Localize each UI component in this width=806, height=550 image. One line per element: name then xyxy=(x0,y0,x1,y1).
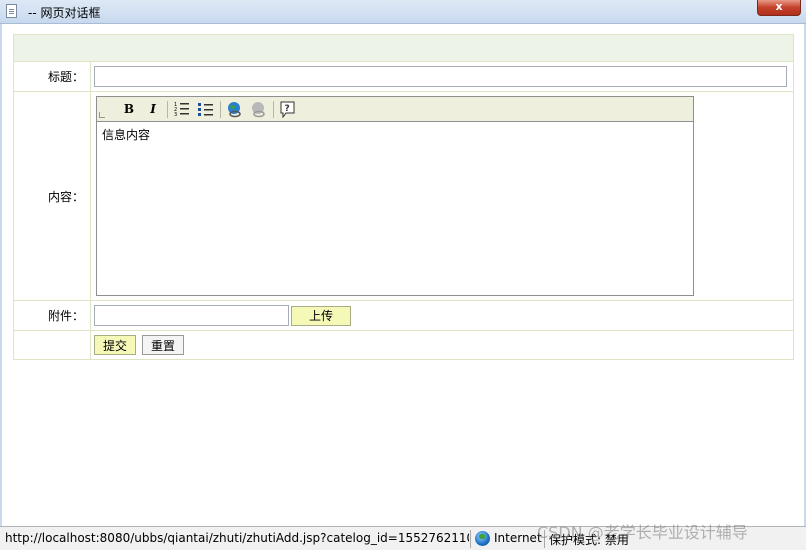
bold-button[interactable]: B xyxy=(121,101,137,118)
window-title: -- 网页对话框 xyxy=(28,6,101,20)
rich-text-editor: B I 1 2 3 ? 信息内容 xyxy=(96,96,694,296)
title-label: 标题： xyxy=(13,61,91,92)
unordered-list-icon xyxy=(198,103,213,116)
actions-row: 提交 重置 xyxy=(13,330,794,360)
italic-button[interactable]: I xyxy=(145,101,161,118)
toolbar-grip xyxy=(99,112,105,118)
attachment-input[interactable] xyxy=(94,305,289,326)
italic-icon: I xyxy=(150,102,156,116)
status-url: http://localhost:8080/ubbs/qiantai/zhuti… xyxy=(5,531,469,545)
attachment-row: 附件： 上传 xyxy=(13,300,794,331)
help-icon: ? xyxy=(280,101,295,119)
attachment-label: 附件： xyxy=(13,300,91,331)
status-separator xyxy=(470,530,471,548)
watermark: CSDN @老学长毕业设计辅导 xyxy=(537,523,748,542)
unlink-icon xyxy=(251,102,265,118)
editor-content-area[interactable]: 信息内容 xyxy=(97,122,693,147)
insert-link-button[interactable] xyxy=(225,101,243,118)
close-button[interactable]: x xyxy=(757,0,801,16)
post-form: 标题： 内容： B I 1 2 3 ? 信息内容 附件： 上传 提交 重置 xyxy=(13,34,794,360)
toolbar-separator xyxy=(220,101,221,118)
content-row: 内容： B I 1 2 3 ? 信息内容 xyxy=(13,91,794,301)
reset-button[interactable]: 重置 xyxy=(142,335,184,355)
upload-button[interactable]: 上传 xyxy=(291,305,351,326)
title-row: 标题： xyxy=(13,61,794,92)
svg-text:?: ? xyxy=(285,104,290,114)
content-label: 内容： xyxy=(13,91,91,301)
unordered-list-button[interactable] xyxy=(197,101,215,118)
globe-icon xyxy=(475,531,490,546)
link-icon xyxy=(227,102,241,118)
ordered-list-button[interactable]: 1 2 3 xyxy=(173,101,191,118)
help-button[interactable]: ? xyxy=(279,101,297,119)
bold-icon: B xyxy=(123,102,135,116)
submit-button[interactable]: 提交 xyxy=(94,335,136,355)
security-zone: Internet xyxy=(494,531,542,545)
svg-text:3: 3 xyxy=(174,112,177,116)
remove-link-button[interactable] xyxy=(249,101,267,118)
title-input[interactable] xyxy=(94,66,787,87)
toolbar-separator xyxy=(167,101,168,118)
editor-toolbar: B I 1 2 3 ? xyxy=(97,97,693,122)
toolbar-separator xyxy=(273,101,274,118)
form-header-row xyxy=(13,34,794,62)
ordered-list-icon: 1 2 3 xyxy=(174,102,189,118)
title-bar: -- 网页对话框 x xyxy=(0,0,806,24)
document-icon xyxy=(6,4,17,18)
